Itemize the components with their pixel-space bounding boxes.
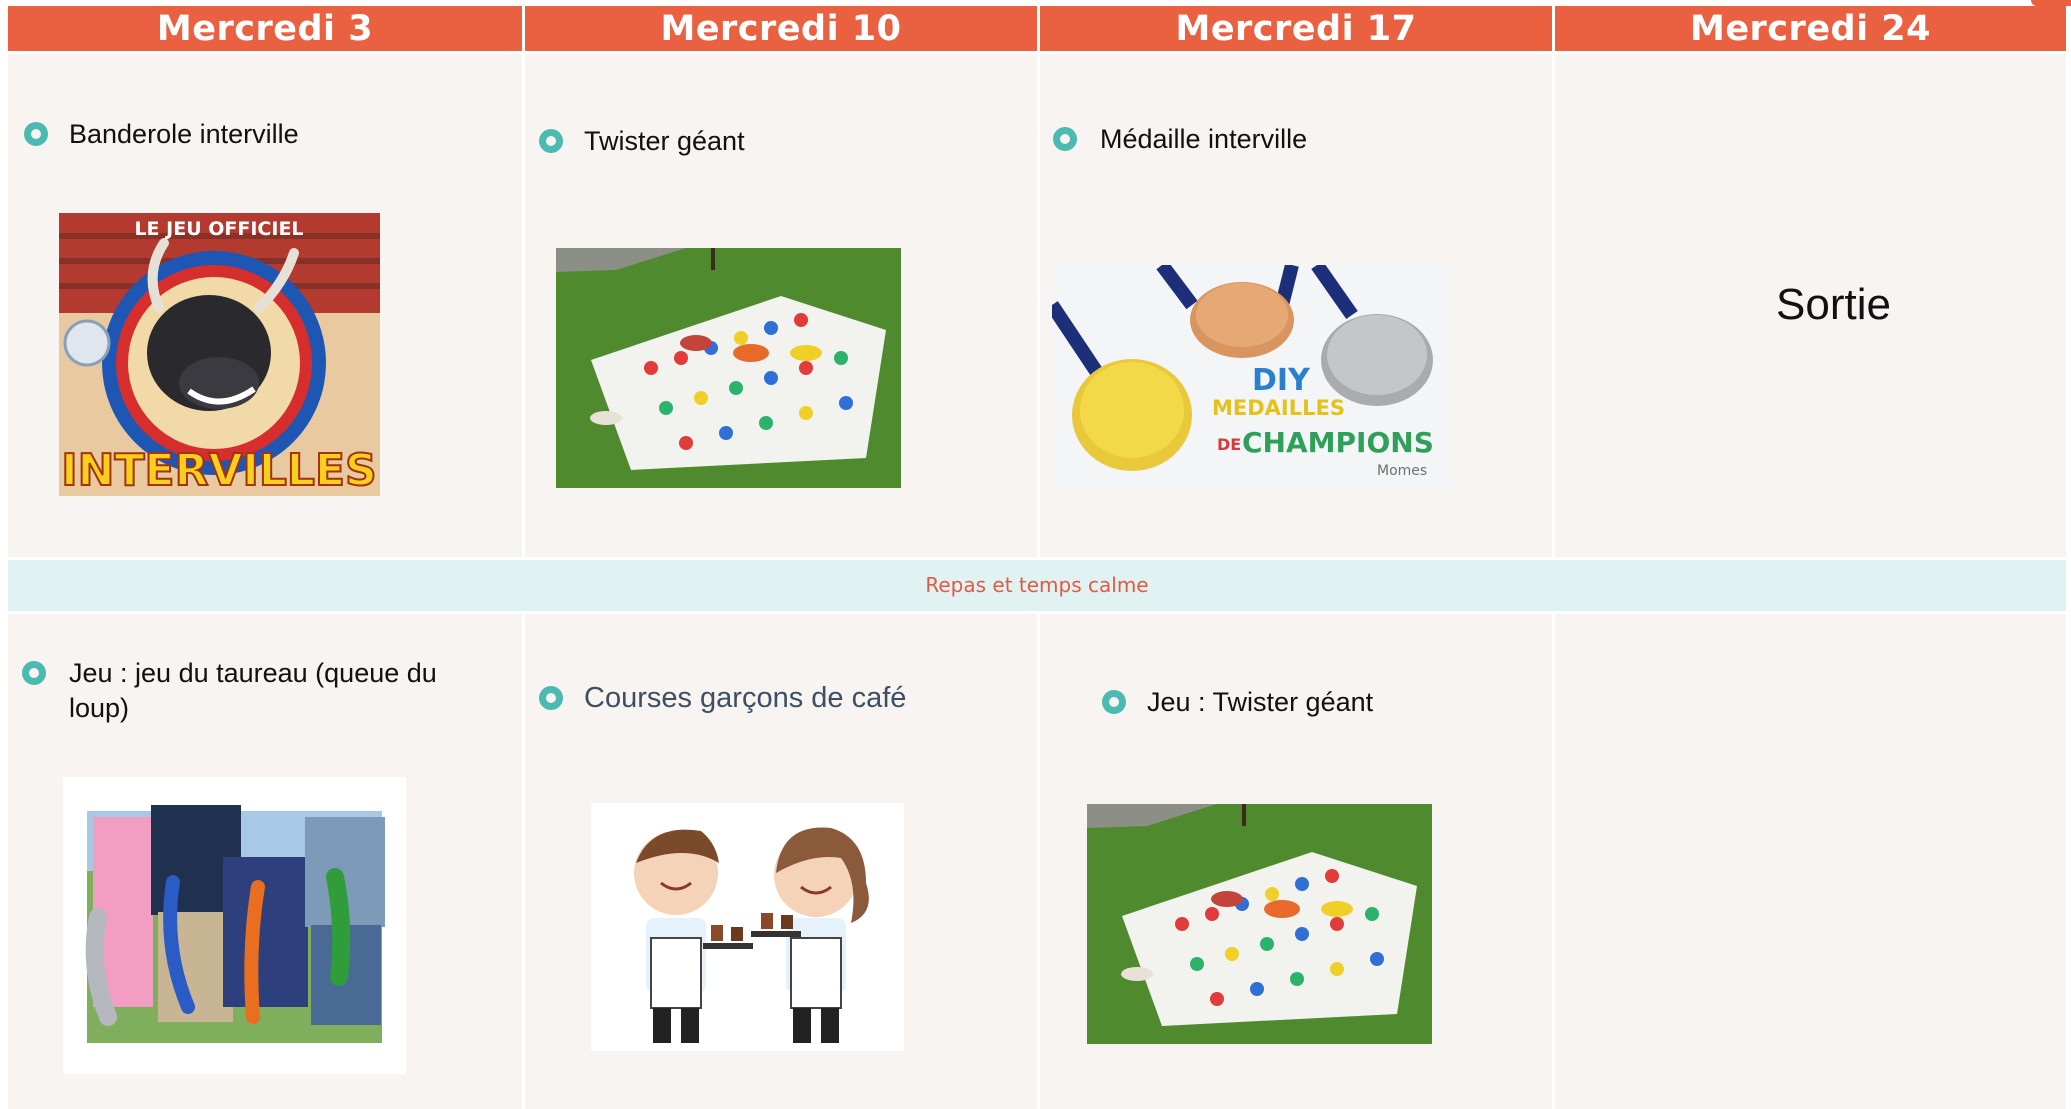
activity-label: Banderole interville — [69, 119, 299, 149]
poster-title-text: INTERVILLES — [61, 445, 376, 496]
medal-text-brand: Momes — [1377, 463, 1427, 479]
bullet-icon — [24, 122, 48, 146]
break-band: Repas et temps calme — [8, 560, 2066, 611]
activity-label: Médaille interville — [1100, 124, 1308, 154]
bullet-icon — [539, 129, 563, 153]
tail-game-photo-image — [63, 777, 406, 1074]
activity-label: Jeu : jeu du taureau (queue du loup) — [69, 658, 437, 723]
medals-diy-image: DIY MEDAILLES DE CHAMPIONS Momes — [1052, 265, 1452, 490]
bullet-icon — [539, 686, 563, 710]
medal-text-medailles: MEDAILLES — [1212, 396, 1345, 420]
medal-text-diy: DIY — [1252, 363, 1311, 398]
header-mercredi-3: Mercredi 3 — [8, 6, 522, 51]
bullet-icon — [22, 661, 46, 685]
intervilles-poster-image: LE JEU OFFICIEL INTERVILLES — [59, 213, 380, 496]
activity-label: Twister géant — [584, 126, 745, 156]
waiters-cartoon-image — [591, 803, 904, 1051]
header-mercredi-10: Mercredi 10 — [525, 6, 1037, 51]
poster-top-text: LE JEU OFFICIEL — [134, 218, 303, 240]
schedule-board: Mercredi 3 Mercredi 10 Mercredi 17 Mercr… — [0, 0, 2071, 1109]
activity-label: Jeu : Twister géant — [1147, 687, 1374, 717]
activity-label: Courses garçons de café — [584, 682, 907, 714]
header-mercredi-24: Mercredi 24 — [1555, 6, 2066, 51]
medal-text-champions: CHAMPIONS — [1242, 426, 1434, 459]
outing-label: Sortie — [1776, 280, 1891, 329]
twister-photo-image — [556, 248, 901, 488]
afternoon-cell-4 — [1555, 614, 2066, 1109]
bullet-icon — [1053, 127, 1077, 151]
header-mercredi-17: Mercredi 17 — [1040, 6, 1552, 51]
bullet-icon — [1102, 690, 1126, 714]
medal-text-de: DE — [1217, 435, 1241, 454]
twister-photo-image — [1087, 804, 1432, 1044]
